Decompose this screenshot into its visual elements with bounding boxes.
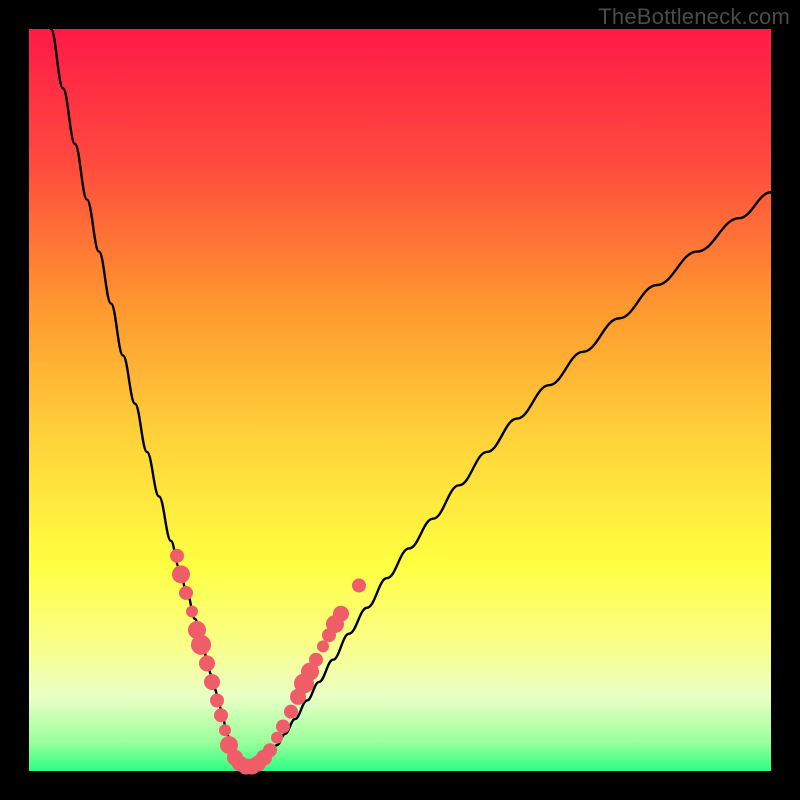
data-marker: [210, 694, 224, 708]
data-marker: [309, 653, 323, 667]
plot-area: [29, 29, 771, 771]
data-marker: [191, 635, 211, 655]
data-marker: [219, 724, 231, 736]
data-marker: [170, 549, 184, 563]
watermark-text: TheBottleneck.com: [598, 4, 790, 30]
data-marker: [352, 579, 366, 593]
bottleneck-curve: [51, 29, 771, 767]
chart-frame: TheBottleneck.com: [0, 0, 800, 800]
data-marker: [333, 606, 349, 622]
data-marker: [214, 708, 228, 722]
data-marker: [186, 605, 198, 617]
data-marker: [284, 705, 298, 719]
data-marker: [204, 674, 220, 690]
data-marker: [276, 719, 290, 733]
data-marker: [271, 732, 283, 744]
data-marker: [172, 565, 190, 583]
data-marker: [263, 743, 277, 757]
curve-svg: [29, 29, 771, 771]
data-marker: [179, 586, 193, 600]
data-marker: [317, 640, 329, 652]
data-marker: [199, 655, 215, 671]
